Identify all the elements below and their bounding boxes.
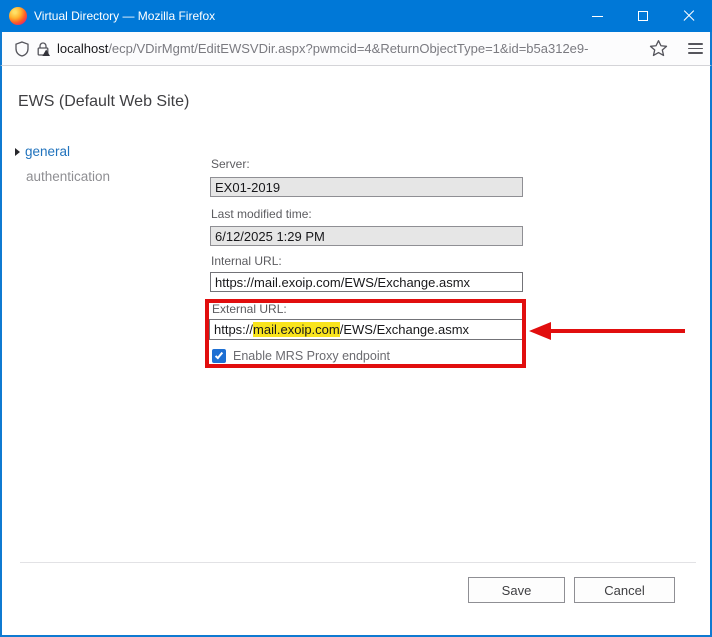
external-url-prefix: https://	[214, 322, 253, 337]
page-content: EWS (Default Web Site) general authentic…	[0, 66, 712, 637]
maximize-button[interactable]	[620, 0, 666, 32]
nav-item-authentication[interactable]: authentication	[26, 169, 110, 184]
close-icon	[683, 10, 695, 22]
window-title: Virtual Directory — Mozilla Firefox	[34, 0, 215, 32]
address-bar[interactable]: localhost/ecp/VDirMgmt/EditEWSVDir.aspx?…	[57, 32, 588, 65]
internal-url-label: Internal URL:	[211, 254, 282, 268]
annotation-arrowhead-icon	[529, 322, 551, 340]
server-field	[210, 177, 523, 197]
url-path: /ecp/VDirMgmt/EditEWSVDir.aspx?pwmcid=4&…	[108, 41, 588, 56]
warning-triangle-icon	[42, 49, 50, 56]
checkmark-icon	[215, 351, 223, 360]
url-host: localhost	[57, 41, 108, 56]
minimize-button[interactable]	[574, 0, 620, 32]
last-modified-field	[210, 226, 523, 246]
firefox-icon	[9, 7, 27, 25]
maximize-icon	[638, 11, 648, 21]
external-url-highlight: mail.exoip.com	[253, 322, 340, 337]
last-modified-label: Last modified time:	[211, 207, 312, 221]
shield-icon[interactable]	[12, 32, 32, 65]
bookmark-star-icon[interactable]	[646, 32, 670, 65]
external-url-input[interactable]: https://mail.exoip.com/EWS/Exchange.asmx	[209, 319, 525, 340]
page-title: EWS (Default Web Site)	[18, 93, 189, 111]
browser-toolbar: localhost/ecp/VDirMgmt/EditEWSVDir.aspx?…	[0, 32, 712, 66]
cancel-button[interactable]: Cancel	[574, 577, 675, 603]
nav-item-general[interactable]: general	[15, 144, 70, 159]
mrs-proxy-checkbox[interactable]	[212, 349, 226, 363]
nav-arrow-icon	[15, 148, 20, 156]
nav-general-label: general	[25, 144, 70, 159]
footer-divider	[20, 562, 696, 563]
lock-icon[interactable]	[33, 32, 53, 65]
close-button[interactable]	[666, 0, 712, 32]
minimize-icon	[592, 16, 603, 17]
external-url-suffix: /EWS/Exchange.asmx	[340, 322, 469, 337]
annotation-arrow-icon	[550, 329, 685, 333]
title-bar: Virtual Directory — Mozilla Firefox	[0, 0, 712, 32]
server-label: Server:	[211, 157, 250, 171]
save-button[interactable]: Save	[468, 577, 565, 603]
internal-url-input[interactable]	[210, 272, 523, 292]
mrs-proxy-label: Enable MRS Proxy endpoint	[233, 349, 390, 364]
external-url-label: External URL:	[212, 302, 287, 316]
nav-authentication-label: authentication	[26, 169, 110, 184]
firefox-window: Virtual Directory — Mozilla Firefox loca…	[0, 0, 712, 637]
menu-icon[interactable]	[682, 32, 708, 65]
